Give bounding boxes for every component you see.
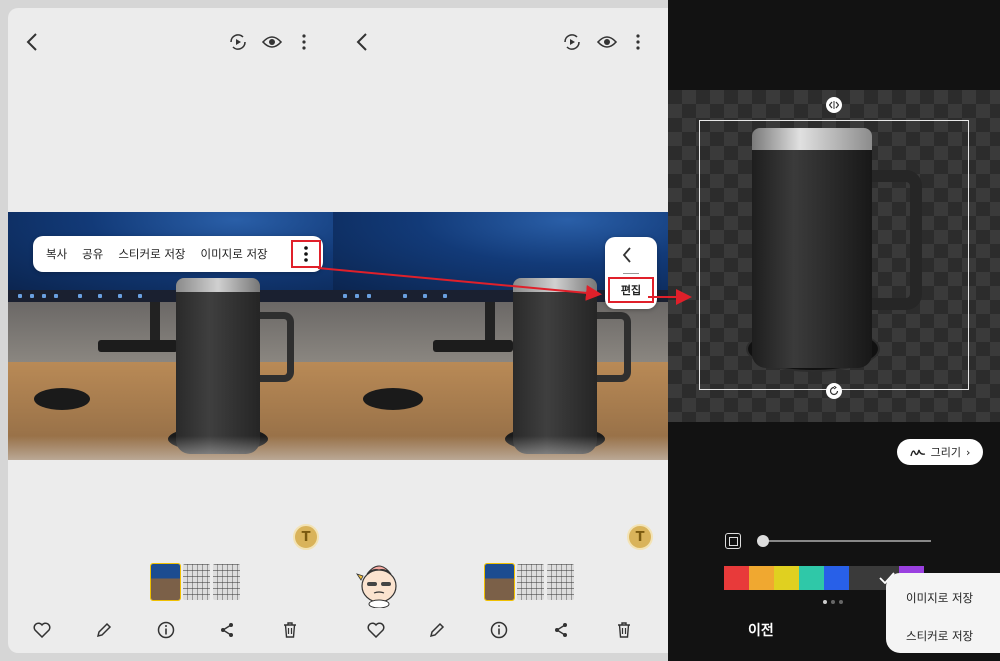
more-options-icon[interactable] bbox=[292, 30, 316, 54]
pencil-icon[interactable] bbox=[425, 618, 449, 642]
color-swatch[interactable] bbox=[724, 566, 749, 590]
back-arrow-icon[interactable] bbox=[350, 30, 374, 54]
gallery-panel-1: 복사 공유 스티커로 저장 이미지로 저장 T bbox=[8, 8, 333, 653]
save-as-image-option[interactable]: 이미지로 저장 bbox=[906, 590, 973, 606]
save-as-sticker-menu-item[interactable]: 스티커로 저장 bbox=[118, 246, 185, 262]
info-icon[interactable] bbox=[154, 618, 178, 642]
thumbnail[interactable] bbox=[183, 564, 210, 600]
eye-icon[interactable] bbox=[595, 30, 619, 54]
selection-box[interactable] bbox=[699, 120, 969, 390]
sticker-editor-panel: 그리기 › 이전 이미지로 저장 스티커로 저장 bbox=[668, 0, 1000, 661]
thumbnail-strip bbox=[150, 563, 240, 601]
share-menu-item[interactable]: 공유 bbox=[82, 246, 103, 262]
save-as-image-menu-item[interactable]: 이미지로 저장 bbox=[200, 246, 267, 262]
heart-icon[interactable] bbox=[30, 618, 54, 642]
thumbnail[interactable] bbox=[213, 564, 240, 600]
edit-menu-item[interactable]: 편집 bbox=[608, 277, 654, 303]
thumbnail-strip bbox=[484, 563, 574, 601]
chevron-right-icon: › bbox=[965, 445, 971, 459]
previous-button[interactable]: 이전 bbox=[748, 620, 774, 640]
copy-menu-item[interactable]: 복사 bbox=[46, 246, 67, 262]
context-menu: 복사 공유 스티커로 저장 이미지로 저장 bbox=[33, 236, 323, 272]
outline-icon[interactable] bbox=[725, 533, 741, 549]
back-arrow-icon[interactable] bbox=[617, 245, 637, 265]
flip-handle-icon[interactable] bbox=[826, 97, 842, 113]
draw-button[interactable]: 그리기 › bbox=[897, 439, 983, 465]
trash-icon[interactable] bbox=[278, 618, 302, 642]
heart-icon[interactable] bbox=[364, 618, 388, 642]
share-icon[interactable] bbox=[549, 618, 573, 642]
motion-play-icon[interactable] bbox=[560, 30, 584, 54]
outline-slider-knob[interactable] bbox=[757, 535, 769, 547]
rotate-handle-icon[interactable] bbox=[826, 383, 842, 399]
signature-icon bbox=[909, 449, 925, 457]
submenu-popup: 편집 bbox=[605, 237, 657, 309]
save-as-sticker-option[interactable]: 스티커로 저장 bbox=[906, 628, 973, 644]
motion-play-icon[interactable] bbox=[226, 30, 250, 54]
color-swatch[interactable] bbox=[749, 566, 774, 590]
color-swatch[interactable] bbox=[774, 566, 799, 590]
bottom-toolbar bbox=[333, 618, 668, 642]
bottom-toolbar bbox=[8, 618, 333, 642]
color-swatch[interactable] bbox=[799, 566, 824, 590]
draw-button-label: 그리기 bbox=[930, 446, 961, 459]
more-vertical-icon bbox=[304, 246, 308, 262]
back-arrow-icon[interactable] bbox=[20, 30, 44, 54]
pencil-icon[interactable] bbox=[92, 618, 116, 642]
color-swatch[interactable] bbox=[824, 566, 849, 590]
text-extract-badge[interactable]: T bbox=[293, 524, 319, 550]
thumbnail-current[interactable] bbox=[484, 563, 515, 601]
color-swatch[interactable] bbox=[849, 566, 874, 590]
share-icon[interactable] bbox=[215, 618, 239, 642]
trash-icon[interactable] bbox=[612, 618, 636, 642]
thumbnail[interactable] bbox=[547, 564, 574, 600]
thumbnail-current[interactable] bbox=[150, 563, 181, 601]
top-bar bbox=[333, 30, 668, 66]
text-extract-badge[interactable]: T bbox=[627, 524, 653, 550]
sticker-character-icon bbox=[356, 565, 397, 608]
gallery-panel-2: 편집 T bbox=[333, 8, 668, 653]
top-bar bbox=[8, 30, 333, 66]
eye-icon[interactable] bbox=[260, 30, 284, 54]
thumbnail[interactable] bbox=[517, 564, 544, 600]
info-icon[interactable] bbox=[487, 618, 511, 642]
context-more-button[interactable] bbox=[291, 240, 321, 268]
palette-pager bbox=[823, 600, 843, 604]
tutorial-composite: 복사 공유 스티커로 저장 이미지로 저장 T 편집 T 그리기 › 이전 이미… bbox=[0, 0, 1000, 661]
more-options-icon[interactable] bbox=[626, 30, 650, 54]
outline-slider-track[interactable] bbox=[763, 540, 931, 542]
save-menu: 이미지로 저장 스티커로 저장 bbox=[886, 573, 1000, 653]
